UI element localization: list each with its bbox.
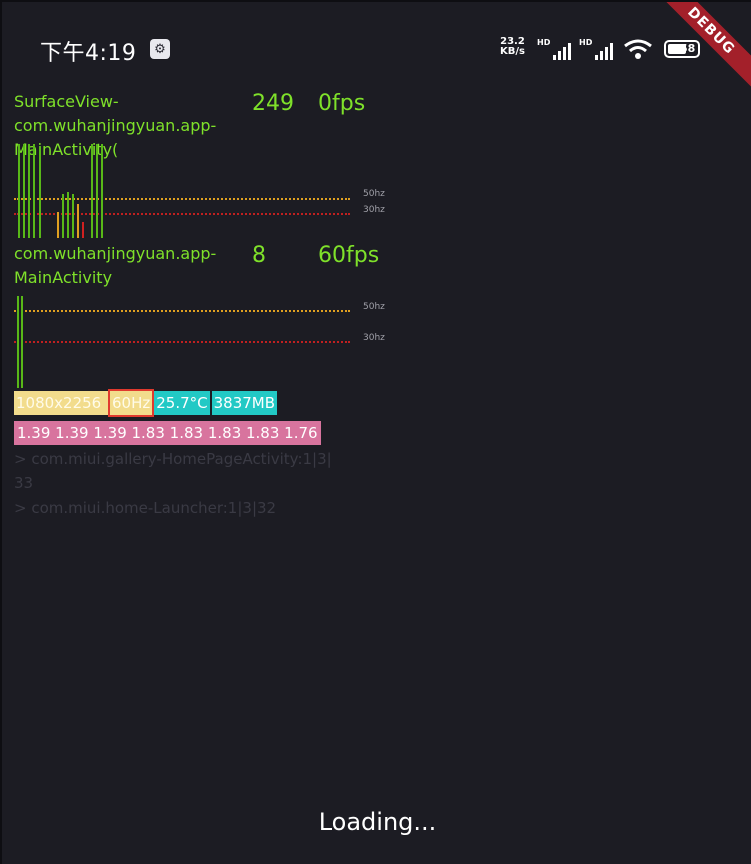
frame-bar <box>57 212 59 238</box>
frame-bar <box>91 144 93 238</box>
frame-bar <box>23 144 25 238</box>
frame-bar <box>96 144 98 238</box>
label-50hz: 50hz <box>363 189 385 199</box>
frame-bar <box>28 144 30 238</box>
activity-frame-graph: 50hz 30hz <box>14 294 385 388</box>
frame-bar <box>18 144 20 238</box>
refresh-rate-chip[interactable]: 60Hz <box>107 389 155 417</box>
line-50hz <box>14 198 350 200</box>
battery-level: 58 <box>680 42 696 55</box>
process-line: > com.miui.home-Launcher:1|3|32 <box>14 499 277 517</box>
network-speed: 23.2 KB/s <box>500 37 525 57</box>
hd-label: HD <box>537 38 551 47</box>
frame-bar <box>72 194 74 238</box>
activity-name: com.wuhanjingyuan.app-MainActivity <box>14 244 217 287</box>
frame-bar <box>82 222 84 238</box>
line-50hz <box>14 310 350 312</box>
frame-bar <box>62 194 64 238</box>
signal-1-icon: HD <box>537 38 571 60</box>
process-line: > com.miui.gallery-HomePageActivity:1|3| <box>14 450 332 468</box>
wifi-icon <box>624 39 652 59</box>
label-30hz: 30hz <box>363 333 385 343</box>
device-info-chips: 1080x2256 60Hz 25.7°C 3837MB <box>14 389 278 417</box>
frame-bar <box>17 296 19 388</box>
frame-bar <box>33 144 35 238</box>
loading-text: Loading... <box>318 808 437 836</box>
label-30hz: 30hz <box>363 205 385 215</box>
resolution-chip: 1080x2256 <box>14 391 108 415</box>
frame-bar <box>101 144 103 238</box>
label-50hz: 50hz <box>363 302 385 312</box>
settings-notification-icon: ⚙ <box>150 39 170 59</box>
signal-2-icon: HD <box>579 38 613 60</box>
frame-bar <box>67 192 69 238</box>
battery-icon: 58 <box>664 40 700 58</box>
cpu-load-row: 1.39 1.39 1.39 1.83 1.83 1.83 1.83 1.76 <box>14 421 321 445</box>
line-30hz <box>14 213 350 215</box>
activity-frame-count: 8 <box>252 243 266 268</box>
surface-frame-count: 249 <box>252 91 294 116</box>
status-time: 下午4:19 <box>40 41 137 66</box>
hd-label: HD <box>579 38 593 47</box>
frame-bar <box>39 146 41 238</box>
network-speed-unit: KB/s <box>500 46 525 57</box>
activity-fps: 60fps <box>318 243 380 268</box>
memory-chip: 3837MB <box>211 391 278 415</box>
surface-fps: 0fps <box>318 91 366 116</box>
frame-bar <box>21 296 23 388</box>
surface-frame-graph: 50hz 30hz <box>14 142 385 238</box>
temperature-chip: 25.7°C <box>154 391 210 415</box>
frame-bar <box>77 204 79 238</box>
process-line: 33 <box>14 474 34 492</box>
line-30hz <box>14 341 350 343</box>
app-screen: 下午4:19 ⚙ 23.2 KB/s HD HD 58 DEBUG Surfac… <box>0 0 751 864</box>
